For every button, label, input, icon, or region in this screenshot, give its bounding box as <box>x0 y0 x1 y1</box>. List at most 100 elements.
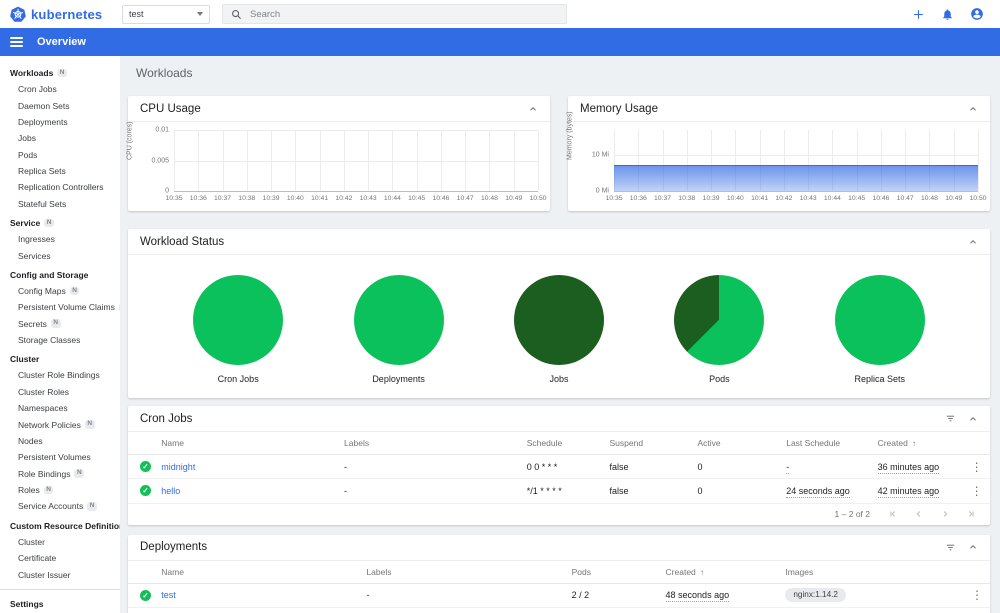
sidebar-item-service[interactable]: Service N <box>0 215 120 231</box>
column-header-name[interactable]: Name <box>157 560 363 584</box>
cpu-y-axis-label: CPU (cores) <box>126 121 134 160</box>
kebab-menu-icon[interactable]: ⋮ <box>967 460 986 474</box>
column-header-schedule[interactable]: Schedule <box>522 432 606 455</box>
status-cell: ✓ <box>128 583 158 608</box>
x-tick-label: 10:38 <box>238 195 256 202</box>
sidebar-item-config-maps[interactable]: Config Maps N <box>0 283 120 299</box>
sidebar-item-pods[interactable]: Pods <box>0 147 120 163</box>
sidebar-item-cluster-roles[interactable]: Cluster Roles <box>0 384 120 400</box>
notifications-button[interactable] <box>941 8 954 21</box>
collapse-icon[interactable] <box>968 104 978 114</box>
x-tick-label: 10:45 <box>848 195 866 202</box>
sidebar-item-settings[interactable]: Settings <box>0 596 120 612</box>
sidebar-item-services[interactable]: Services <box>0 247 120 263</box>
gridline <box>319 130 321 191</box>
pie-label: Replica Sets <box>854 374 906 384</box>
next-page-button[interactable] <box>940 509 950 519</box>
sidebar-item-workloads[interactable]: Workloads N <box>0 65 120 81</box>
sidebar-item-label: Config and Storage <box>10 269 89 280</box>
menu-icon[interactable] <box>10 36 23 48</box>
sidebar-item-replication-controllers[interactable]: Replication Controllers <box>0 179 120 195</box>
status-cell: ✓ <box>128 454 158 479</box>
last-schedule-cell: - <box>782 454 874 479</box>
column-header-name[interactable]: Name <box>157 432 341 455</box>
create-resource-button[interactable] <box>912 8 925 21</box>
sort-ascending-icon: ↑ <box>909 439 917 448</box>
sidebar-item-stateful-sets[interactable]: Stateful Sets <box>0 196 120 212</box>
filter-icon[interactable] <box>945 542 956 553</box>
resource-name-link[interactable]: midnight <box>161 462 195 472</box>
name-cell: nginx-deployment <box>157 607 362 613</box>
sidebar-item-ingresses[interactable]: Ingresses <box>0 231 120 247</box>
account-button[interactable] <box>970 7 984 21</box>
labels-cell: - <box>362 583 568 608</box>
x-tick-label: 10:46 <box>432 195 450 202</box>
column-header-empty <box>128 560 158 584</box>
x-tick-label: 10:43 <box>799 195 817 202</box>
last-page-button[interactable] <box>966 509 976 519</box>
column-header-suspend[interactable]: Suspend <box>605 432 694 455</box>
sidebar-item-cron-jobs[interactable]: Cron Jobs <box>0 81 120 97</box>
kebab-menu-icon[interactable]: ⋮ <box>968 588 986 602</box>
sidebar-item-jobs[interactable]: Jobs <box>0 130 120 146</box>
column-header-last-schedule[interactable]: Last Schedule <box>782 432 874 455</box>
suspend-cell: false <box>605 454 694 479</box>
sidebar-item-daemon-sets[interactable]: Daemon Sets <box>0 97 120 113</box>
sidebar-item-label: Replication Controllers <box>18 182 104 193</box>
column-header-active[interactable]: Active <box>693 432 783 455</box>
x-tick-label: 10:46 <box>872 195 890 202</box>
sidebar-item-secrets[interactable]: Secrets N <box>0 316 120 332</box>
collapse-icon[interactable] <box>968 237 978 247</box>
sidebar-item-namespaces[interactable]: Namespaces <box>0 400 120 416</box>
search-box[interactable] <box>222 4 567 24</box>
sidebar-item-network-policies[interactable]: Network Policies N <box>0 416 120 432</box>
collapse-icon[interactable] <box>968 414 978 424</box>
sidebar-item-cluster-issuer[interactable]: Cluster Issuer <box>0 566 120 582</box>
sidebar-item-cluster[interactable]: Cluster <box>0 534 120 550</box>
column-header-images[interactable]: Images <box>781 560 965 584</box>
sidebar-item-label: Service Accounts <box>18 501 84 512</box>
sidebar-item-service-accounts[interactable]: Service Accounts N <box>0 498 120 514</box>
column-header-created[interactable]: Created ↑ <box>873 432 964 455</box>
sidebar-item-certificate[interactable]: Certificate <box>0 550 120 566</box>
pie-label: Cron Jobs <box>217 374 259 384</box>
column-header-created[interactable]: Created ↑ <box>661 560 782 584</box>
column-header-labels[interactable]: Labels <box>340 432 523 455</box>
pagination-range: 1 – 2 of 2 <box>834 509 870 519</box>
x-tick-label: 10:49 <box>945 195 963 202</box>
column-header-labels[interactable]: Labels <box>362 560 568 584</box>
sidebar-item-cluster-role-bindings[interactable]: Cluster Role Bindings <box>0 367 120 383</box>
pie-chart <box>513 275 604 365</box>
resource-name-link[interactable]: hello <box>161 486 180 496</box>
sidebar-item-role-bindings[interactable]: Role Bindings N <box>0 466 120 482</box>
sidebar-item-roles[interactable]: Roles N <box>0 482 120 498</box>
column-header-pods[interactable]: Pods <box>567 560 662 584</box>
relative-time-value: 42 minutes ago <box>877 485 940 498</box>
memory-y-axis-label: Memory (bytes) <box>566 111 574 160</box>
sidebar-item-persistent-volume-claims[interactable]: Persistent Volume ClaimsN <box>0 299 120 315</box>
search-input[interactable] <box>250 8 558 20</box>
sidebar-item-replica-sets[interactable]: Replica Sets <box>0 163 120 179</box>
collapse-icon[interactable] <box>968 542 978 552</box>
filter-icon[interactable] <box>945 413 956 424</box>
sidebar-item-persistent-volumes[interactable]: Persistent Volumes <box>0 449 120 465</box>
namespace-selector[interactable]: test <box>122 4 210 24</box>
sidebar-item-nodes[interactable]: Nodes <box>0 433 120 449</box>
collapse-icon[interactable] <box>528 104 538 114</box>
sidebar-item-storage-classes[interactable]: Storage Classes <box>0 332 120 348</box>
sidebar-item-deployments[interactable]: Deployments <box>0 114 120 130</box>
pods-cell: 3 / 3 <box>568 607 662 613</box>
first-page-button[interactable] <box>888 509 898 519</box>
resource-name-link[interactable]: test <box>161 590 176 600</box>
kubernetes-logo[interactable]: kubernetes <box>10 6 122 22</box>
x-tick-label: 10:44 <box>383 195 401 202</box>
sidebar-item-config-and-storage: Config and Storage <box>0 267 120 283</box>
relative-time-value: 48 seconds ago <box>665 590 730 602</box>
x-tick-label: 10:35 <box>605 195 623 202</box>
kebab-menu-icon[interactable]: ⋮ <box>967 484 986 498</box>
y-tick-label: 0.01 <box>155 126 169 134</box>
kubernetes-wheel-icon <box>10 6 26 22</box>
x-tick-label: 10:39 <box>702 195 720 202</box>
previous-page-button[interactable] <box>914 509 924 519</box>
cpu-usage-chart: CPU (cores) 0.01 0.005 0 10:35 10:36 10:37 10:… <box>126 121 550 210</box>
